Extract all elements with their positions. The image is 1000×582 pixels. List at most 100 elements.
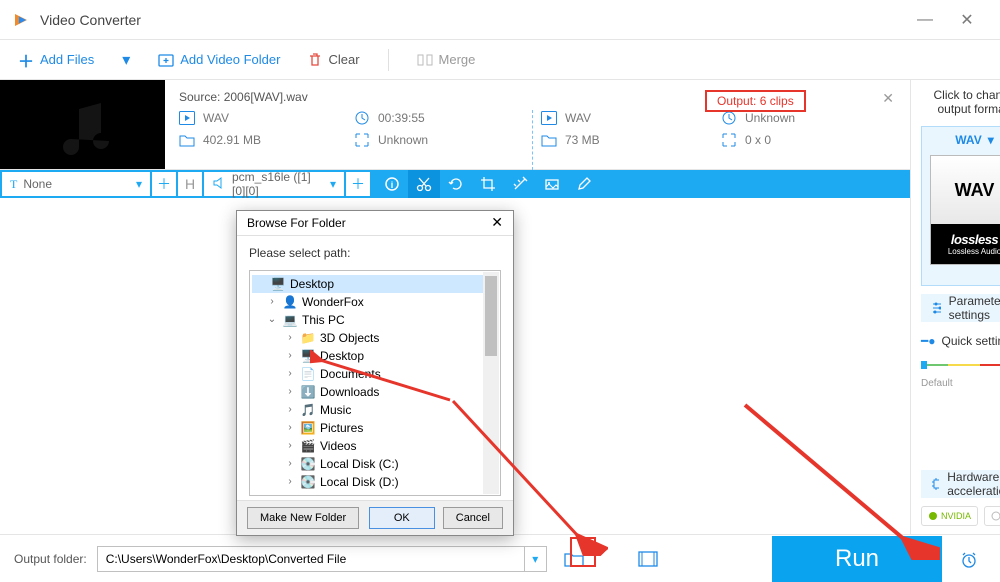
run-button[interactable]: Run	[772, 536, 942, 582]
parameter-settings-button[interactable]: Parameter settings	[921, 294, 1000, 322]
rotate-tool-icon[interactable]	[440, 170, 472, 198]
downloads-icon: ⬇️	[300, 385, 316, 399]
desktop-icon: 🖥️	[270, 277, 286, 291]
subtitle-select[interactable]: T None ▾	[2, 172, 150, 196]
tree-item-desktop-root[interactable]: 🖥️ Desktop	[252, 275, 498, 293]
output-folder-value: C:\Users\WonderFox\Desktop\Converted Fil…	[106, 552, 347, 566]
quality-default-label: Default	[921, 378, 1000, 389]
tree-item-wonderfox[interactable]: ›👤WonderFox	[252, 293, 498, 311]
output-format-button[interactable]: WAV ▾ WAV lossless Lossless Audio	[921, 126, 1000, 286]
video-card-icon[interactable]	[631, 545, 665, 573]
merge-icon	[417, 52, 433, 68]
audio-track-select[interactable]: pcm_s16le ([1][0][0] ▾	[204, 172, 344, 196]
out-size: 73 MB	[565, 133, 600, 147]
merge-button[interactable]: Merge	[417, 52, 476, 68]
tree-label: Desktop	[320, 349, 364, 363]
tree-label: Downloads	[320, 385, 379, 399]
quick-setting-toggle[interactable]: ━● Quick setting	[921, 330, 1000, 352]
sliders-icon	[931, 301, 941, 315]
svg-text:i: i	[391, 180, 394, 190]
tree-label: 3D Objects	[320, 331, 379, 345]
format-card: WAV lossless Lossless Audio	[930, 155, 1000, 265]
app-title: Video Converter	[40, 12, 904, 28]
toggle-dot-icon: ━●	[921, 334, 935, 348]
speaker-icon	[212, 176, 226, 193]
dialog-ok-button[interactable]: OK	[369, 507, 435, 529]
tree-item-videos[interactable]: ›🎬Videos	[252, 437, 498, 455]
tree-label: Videos	[320, 439, 356, 453]
audio-value: pcm_s16le ([1][0][0]	[232, 170, 324, 198]
close-window-button[interactable]: ✕	[946, 6, 988, 34]
output-format-hint: Click to change output format:	[921, 88, 1000, 116]
dialog-close-button[interactable]: ✕	[491, 214, 503, 231]
tree-label: This PC	[302, 313, 345, 327]
tree-item-downloads[interactable]: ›⬇️Downloads	[252, 383, 498, 401]
format-brand: lossless	[951, 232, 998, 247]
add-files-dropdown-icon[interactable]: ▾	[122, 50, 130, 70]
intel-badge: Intel	[984, 506, 1000, 526]
src-duration: 00:39:55	[378, 111, 425, 125]
watermark-tool-icon[interactable]	[536, 170, 568, 198]
make-new-folder-button[interactable]: Make New Folder	[247, 507, 359, 529]
tree-item-pictures[interactable]: ›🖼️Pictures	[252, 419, 498, 437]
folder-icon: 📁	[300, 331, 316, 345]
schedule-button[interactable]	[952, 545, 986, 573]
param-label: Parameter settings	[949, 294, 1000, 322]
nvidia-badge: NVIDIA	[921, 506, 978, 526]
add-audio-button[interactable]: ＋	[346, 172, 370, 196]
format-sub: Lossless Audio	[948, 247, 1000, 256]
tree-item-desktop[interactable]: ›🖥️Desktop	[252, 347, 498, 365]
run-label: Run	[835, 545, 879, 573]
folder-icon	[179, 132, 195, 148]
output-folder-field[interactable]: C:\Users\WonderFox\Desktop\Converted Fil…	[97, 546, 547, 572]
edit-tool-icon[interactable]	[568, 170, 600, 198]
crop-tool-icon[interactable]	[472, 170, 504, 198]
tree-label: Local Disk (C:)	[320, 457, 399, 471]
music-note-icon	[53, 95, 113, 155]
add-subtitle-button[interactable]: ＋	[152, 172, 176, 196]
merge-label: Merge	[439, 52, 476, 67]
tree-item-3d-objects[interactable]: ›📁3D Objects	[252, 329, 498, 347]
add-video-folder-button[interactable]: Add Video Folder	[158, 52, 280, 68]
tree-item-local-disk-d[interactable]: ›💽Local Disk (D:)	[252, 473, 498, 491]
remove-file-button[interactable]: ✕	[882, 90, 894, 107]
resolution-icon	[721, 132, 737, 148]
minimize-button[interactable]: —	[904, 6, 946, 34]
video-format-icon	[179, 110, 195, 126]
tree-item-local-disk-c[interactable]: ›💽Local Disk (C:)	[252, 455, 498, 473]
clear-button[interactable]: Clear	[308, 52, 359, 68]
browse-folder-dialog: Browse For Folder ✕ Please select path: …	[236, 210, 514, 536]
output-folder-dropdown-icon[interactable]: ▾	[524, 547, 546, 571]
hardware-accel-button[interactable]: Hardware acceleration	[921, 470, 1000, 498]
add-files-button[interactable]: ＋ Add Files	[18, 48, 94, 72]
tree-label: Local Disk (D:)	[320, 475, 399, 489]
tree-item-this-pc[interactable]: ⌄💻This PC	[252, 311, 498, 329]
dialog-title: Browse For Folder	[247, 216, 346, 230]
clear-label: Clear	[328, 52, 359, 67]
quality-slider[interactable]	[921, 362, 1000, 368]
tree-item-music[interactable]: ›🎵Music	[252, 401, 498, 419]
tree-label: Pictures	[320, 421, 363, 435]
clock-icon	[354, 110, 370, 126]
clock-icon	[721, 110, 737, 126]
quick-label: Quick setting	[941, 334, 1000, 348]
out-resolution: 0 x 0	[745, 133, 771, 147]
user-icon: 👤	[282, 295, 298, 309]
out-duration: Unknown	[745, 111, 795, 125]
effects-tool-icon[interactable]	[504, 170, 536, 198]
info-tool-icon[interactable]: i	[376, 170, 408, 198]
tree-item-documents[interactable]: ›📄Documents	[252, 365, 498, 383]
output-folder-label: Output folder:	[14, 552, 87, 566]
pc-icon: 💻	[282, 313, 298, 327]
hardsubtitle-button[interactable]: H	[178, 172, 202, 196]
tree-scrollbar[interactable]	[483, 272, 499, 494]
dialog-cancel-button[interactable]: Cancel	[443, 507, 503, 529]
cut-tool-icon[interactable]	[408, 170, 440, 198]
trash-icon	[308, 52, 322, 68]
chevron-down-icon: ▾	[988, 133, 994, 147]
plus-icon: ＋	[18, 48, 34, 72]
tree-label: Desktop	[290, 277, 334, 291]
output-clips-label: Output: 6 clips	[705, 90, 806, 112]
src-size: 402.91 MB	[203, 133, 261, 147]
folder-tree[interactable]: 🖥️Desktop ›👤WonderFox ⌄💻This PC ›📁3D Obj…	[249, 270, 501, 496]
